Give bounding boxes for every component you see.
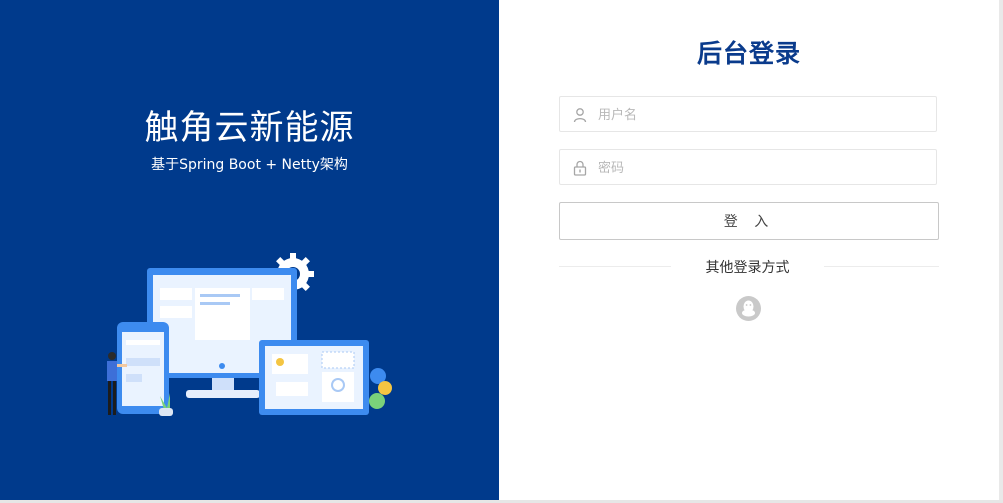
qq-login-button[interactable] <box>736 296 761 321</box>
window-edge <box>999 0 1003 503</box>
username-field[interactable] <box>559 96 937 133</box>
login-button[interactable]: 登 入 <box>559 202 939 240</box>
devices-illustration <box>107 253 392 416</box>
divider-left <box>559 266 671 267</box>
login-title: 后台登录 <box>696 39 801 68</box>
user-icon <box>573 108 587 123</box>
lock-icon <box>573 160 587 176</box>
divider-right <box>824 266 939 267</box>
login-panel: 后台登录 登 入 其他登录方式 <box>499 0 999 500</box>
password-field[interactable] <box>559 149 937 186</box>
other-login-label: 其他登录方式 <box>705 260 790 276</box>
brand-title: 触角云新能源 <box>144 108 355 148</box>
qq-icon <box>742 300 755 317</box>
username-input[interactable] <box>596 97 930 133</box>
brand-panel: 触角云新能源 基于Spring Boot + Netty架构 <box>0 0 499 500</box>
password-input[interactable] <box>596 150 930 186</box>
brand-subtitle: 基于Spring Boot + Netty架构 <box>151 157 348 173</box>
